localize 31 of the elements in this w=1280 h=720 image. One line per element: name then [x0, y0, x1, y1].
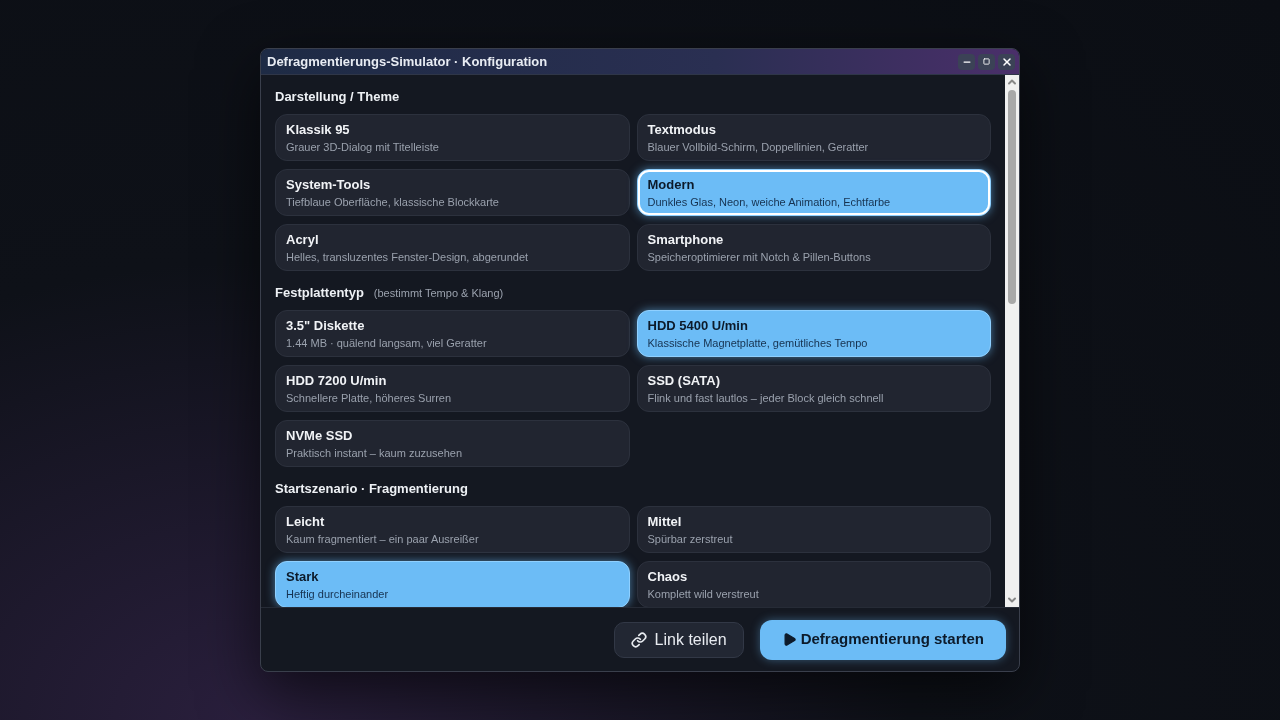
scrollbar-thumb[interactable]: [1008, 90, 1016, 304]
option-card[interactable]: HDD 5400 U/min Klassische Magnetplatte, gemütliches Tempo: [636, 310, 991, 357]
option-card[interactable]: Mittel Spürbar zerstreut: [636, 506, 991, 553]
option-card[interactable]: Chaos Komplett wild verstreut: [636, 561, 991, 607]
share-link-button[interactable]: Link teilen: [613, 621, 744, 658]
option-card[interactable]: NVMe SSD Praktisch instant – kaum zuzusehen: [275, 420, 630, 467]
option-card[interactable]: Smartphone Speicheroptimierer mit Notch & Pillen-Buttons: [636, 224, 991, 271]
maximize-icon: [983, 58, 990, 65]
option-card[interactable]: Leicht Kaum fragmentiert – ein paar Ausreißer: [275, 506, 630, 553]
option-card[interactable]: Stark Heftig durcheinander: [275, 561, 630, 607]
option-card[interactable]: Acryl Helles, transluzentes Fenster-Design, abgerundet: [275, 224, 630, 271]
section-heading: Festplattentyp: [275, 284, 364, 302]
option-card[interactable]: SSD (SATA) Flink und fast lautlos – jeder Block gleich schnell: [636, 365, 991, 412]
option-card[interactable]: Modern Dunkles Glas, Neon, weiche Animation, Echtfarbe: [636, 169, 991, 216]
window-title: Defragmentierungs-Simulator · Konfiguration: [267, 52, 548, 71]
link-icon: [630, 631, 647, 648]
section-heading: Startszenario · Fragmentierung: [275, 480, 468, 498]
start-button[interactable]: Defragmentierung starten: [759, 619, 1006, 660]
option-card[interactable]: Klassik 95 Grauer 3D-Dialog mit Titelleiste: [275, 114, 630, 161]
play-icon: [781, 632, 797, 647]
section-hint: (bestimmt Tempo & Klang): [373, 286, 504, 301]
scrollbar[interactable]: [1005, 75, 1019, 607]
section-heading: Darstellung / Theme: [275, 88, 400, 106]
option-card[interactable]: HDD 7200 U/min Schnellere Platte, höheres Surren: [275, 365, 630, 412]
minimize-button[interactable]: [958, 53, 975, 70]
maximize-button[interactable]: [978, 53, 995, 70]
option-card[interactable]: Textmodus Blauer Vollbild-Schirm, Doppellinien, Geratter: [636, 114, 991, 161]
option-card[interactable]: 3.5" Diskette 1.44 MB · quälend langsam, viel Geratter: [275, 310, 630, 357]
close-icon: [1000, 55, 1013, 68]
close-button[interactable]: [998, 53, 1015, 70]
option-card[interactable]: System-Tools Tiefblaue Oberfläche, klassische Blockkarte: [275, 169, 630, 216]
